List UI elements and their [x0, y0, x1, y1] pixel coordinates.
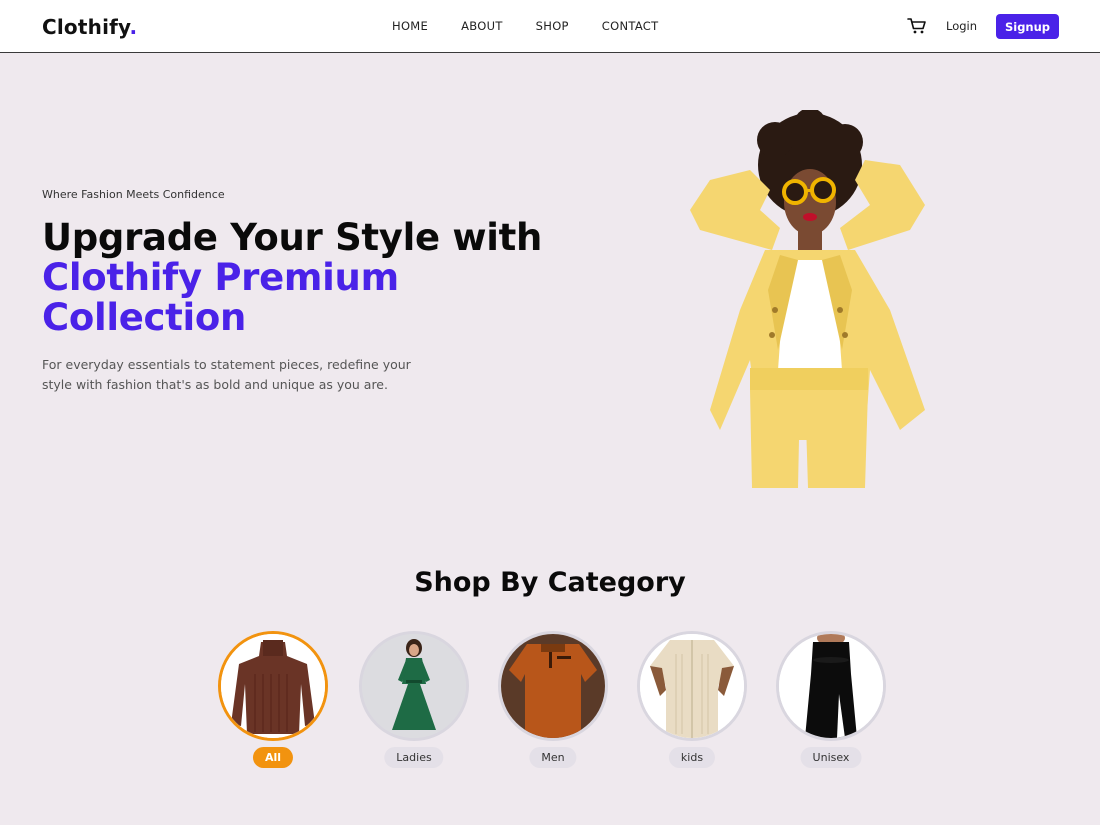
category-kids-label[interactable]: kids: [668, 747, 716, 768]
category-men-label[interactable]: Men: [529, 747, 577, 768]
brand-logo[interactable]: Clothify.: [42, 15, 137, 39]
signup-button[interactable]: Signup: [996, 14, 1059, 39]
hero-headline: Upgrade Your Style with Clothify Premium…: [42, 218, 542, 338]
navbar: Clothify. HOME ABOUT SHOP CONTACT Login …: [0, 0, 1100, 53]
category-all-image[interactable]: [218, 631, 328, 741]
category-kids-image[interactable]: [637, 631, 747, 741]
category-men[interactable]: Men: [498, 631, 608, 771]
hero-model-image: [680, 108, 940, 490]
category-ladies-label[interactable]: Ladies: [384, 747, 444, 768]
headline-line-2: Clothify Premium: [42, 256, 399, 299]
category-list: All Ladies Men kids Unisex: [218, 631, 888, 781]
category-ladies[interactable]: Ladies: [359, 631, 469, 771]
category-section-title: Shop By Category: [414, 567, 686, 598]
headline-line-3: Collection: [42, 296, 247, 339]
nav-home-link[interactable]: HOME: [392, 19, 428, 33]
category-unisex[interactable]: Unisex: [776, 631, 886, 771]
main-nav: HOME ABOUT SHOP CONTACT: [392, 19, 691, 33]
category-kids[interactable]: kids: [637, 631, 747, 771]
cart-icon[interactable]: [907, 17, 927, 35]
brand-name: Clothify: [42, 15, 130, 39]
hero-description: For everyday essentials to statement pie…: [42, 357, 411, 392]
login-link[interactable]: Login: [946, 19, 977, 33]
hero-tagline: Where Fashion Meets Confidence: [42, 188, 225, 201]
nav-contact-link[interactable]: CONTACT: [602, 19, 659, 33]
category-men-image[interactable]: [498, 631, 608, 741]
brand-dot: .: [129, 15, 138, 39]
headline-line-1: Upgrade Your Style with: [42, 216, 543, 259]
category-unisex-label[interactable]: Unisex: [800, 747, 862, 768]
nav-about-link[interactable]: ABOUT: [461, 19, 503, 33]
category-unisex-image[interactable]: [776, 631, 886, 741]
category-ladies-image[interactable]: [359, 631, 469, 741]
nav-shop-link[interactable]: SHOP: [536, 19, 569, 33]
category-all[interactable]: All: [218, 631, 328, 771]
category-all-label[interactable]: All: [252, 747, 294, 768]
